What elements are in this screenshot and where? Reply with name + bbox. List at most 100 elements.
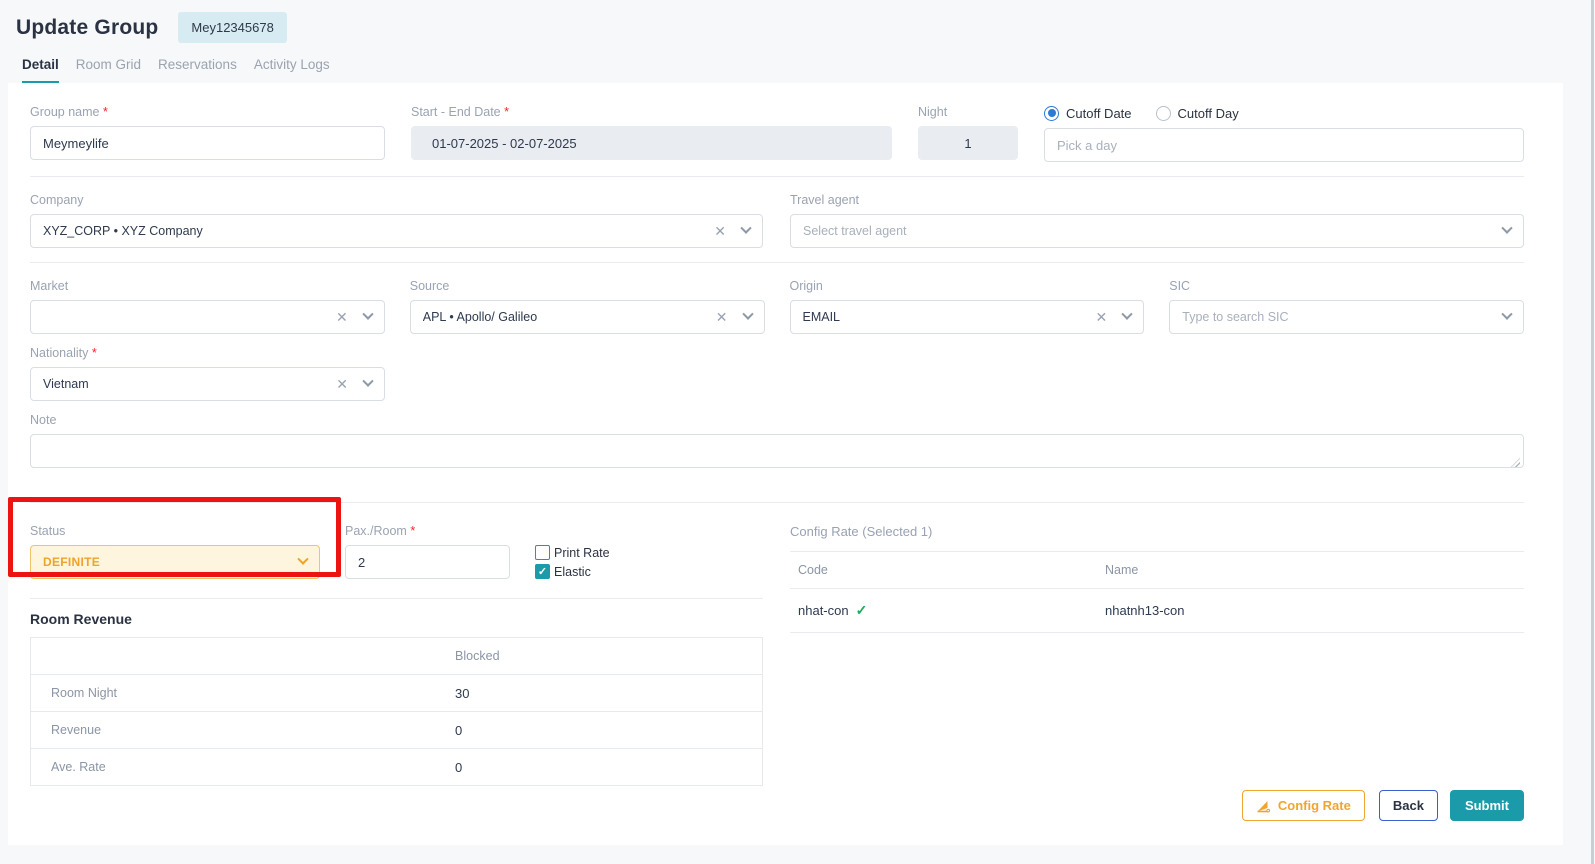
config-rate-row[interactable]: nhat-con ✓ nhatnh13-con — [790, 589, 1524, 633]
submit-button[interactable]: Submit — [1450, 790, 1524, 821]
clear-icon[interactable]: ✕ — [336, 377, 348, 391]
rate-code: nhat-con — [798, 603, 849, 618]
origin-select-value: EMAIL — [803, 310, 1096, 324]
divider — [30, 176, 1524, 177]
footer-actions: Config Rate Back Submit — [30, 790, 1524, 821]
clear-icon[interactable]: ✕ — [714, 224, 726, 238]
row-value: 0 — [455, 749, 762, 786]
status-pax-row: Status DEFINITE Pax./Room Print Ra — [30, 524, 763, 579]
back-button[interactable]: Back — [1379, 790, 1438, 821]
travel-agent-select[interactable]: Select travel agent — [790, 214, 1524, 248]
chevron-down-icon[interactable] — [1501, 223, 1512, 234]
tab-reservations[interactable]: Reservations — [158, 57, 237, 83]
note-textarea[interactable] — [30, 434, 1524, 468]
date-range-label: Start - End Date — [411, 105, 892, 119]
group-name-input[interactable] — [30, 126, 385, 160]
company-label: Company — [30, 193, 763, 207]
radio-selected-icon[interactable] — [1044, 106, 1059, 121]
travel-agent-label: Travel agent — [790, 193, 1524, 207]
nationality-select[interactable]: Vietnam ✕ — [30, 367, 385, 401]
source-label: Source — [410, 279, 765, 293]
tab-detail[interactable]: Detail — [22, 57, 59, 83]
config-rate-header-row: Code Name — [790, 552, 1524, 588]
table-row: Revenue 0 — [31, 712, 763, 749]
travel-agent-placeholder: Select travel agent — [803, 224, 1503, 238]
origin-select[interactable]: EMAIL ✕ — [790, 300, 1145, 334]
cutoff-radio-group: Cutoff Date Cutoff Day — [1044, 105, 1524, 121]
submit-button-label: Submit — [1465, 798, 1509, 813]
clear-icon[interactable]: ✕ — [1096, 310, 1108, 324]
back-button-label: Back — [1393, 798, 1424, 813]
config-rate-button-label: Config Rate — [1278, 798, 1351, 813]
set-square-icon — [1256, 799, 1271, 813]
chevron-down-icon[interactable] — [1501, 309, 1512, 320]
checkbox-unchecked-icon[interactable] — [535, 545, 550, 560]
checkbox-checked-icon[interactable] — [535, 564, 550, 579]
clear-icon[interactable]: ✕ — [336, 310, 348, 324]
company-select-value: XYZ_CORP • XYZ Company — [43, 224, 714, 238]
source-select[interactable]: APL • Apollo/ Galileo ✕ — [410, 300, 765, 334]
tab-room-grid[interactable]: Room Grid — [76, 57, 141, 83]
status-select[interactable]: DEFINITE — [30, 545, 320, 579]
bottom-section: Status DEFINITE Pax./Room Print Ra — [30, 524, 1524, 786]
date-range-input[interactable] — [411, 126, 892, 160]
cutoff-day-picker-input[interactable] — [1044, 128, 1524, 162]
page-header: Update Group Mey12345678 — [0, 0, 1595, 43]
cutoff-day-radio-option[interactable]: Cutoff Day — [1156, 106, 1239, 121]
origin-label: Origin — [790, 279, 1145, 293]
update-group-page: Update Group Mey12345678 Detail Room Gri… — [0, 0, 1595, 864]
chevron-down-icon[interactable] — [742, 309, 753, 320]
rate-options-group: Print Rate Elastic — [535, 524, 610, 579]
company-field-group: Company XYZ_CORP • XYZ Company ✕ — [30, 193, 763, 248]
elastic-checkbox-option[interactable]: Elastic — [535, 564, 610, 579]
cutoff-date-radio-label: Cutoff Date — [1066, 106, 1132, 121]
chevron-down-icon[interactable] — [362, 376, 373, 387]
cutoff-field-group: Cutoff Date Cutoff Day — [1044, 105, 1524, 162]
group-code-badge: Mey12345678 — [178, 12, 286, 43]
status-field-group: Status DEFINITE — [30, 524, 320, 579]
radio-unselected-icon[interactable] — [1156, 106, 1171, 121]
elastic-label: Elastic — [554, 565, 591, 579]
chevron-down-icon[interactable] — [740, 223, 751, 234]
source-select-value: APL • Apollo/ Galileo — [423, 310, 716, 324]
market-label: Market — [30, 279, 385, 293]
row-label: Revenue — [31, 712, 456, 749]
row-label: Room Night — [31, 675, 456, 712]
tab-activity-logs[interactable]: Activity Logs — [254, 57, 330, 83]
sic-select[interactable]: Type to search SIC — [1169, 300, 1524, 334]
config-rate-button[interactable]: Config Rate — [1242, 790, 1365, 821]
selected-check-icon: ✓ — [856, 602, 868, 619]
travel-agent-field-group: Travel agent Select travel agent — [790, 193, 1524, 248]
cutoff-date-radio-option[interactable]: Cutoff Date — [1044, 106, 1132, 121]
night-input[interactable] — [918, 126, 1018, 160]
divider — [30, 598, 763, 599]
pax-room-label: Pax./Room — [345, 524, 510, 538]
row-value: 30 — [455, 675, 762, 712]
market-field-group: Market ✕ — [30, 279, 385, 334]
company-select[interactable]: XYZ_CORP • XYZ Company ✕ — [30, 214, 763, 248]
detail-form-panel: Group name Start - End Date Night Cutoff… — [8, 83, 1563, 845]
print-rate-label: Print Rate — [554, 546, 610, 560]
name-column-header: Name — [1105, 563, 1138, 577]
rate-name: nhatnh13-con — [1105, 603, 1185, 618]
config-rate-column: Config Rate (Selected 1) Code Name nhat-… — [790, 524, 1524, 786]
code-column-header: Code — [798, 563, 1105, 577]
row-value: 0 — [455, 712, 762, 749]
note-field-group: Note — [30, 413, 1524, 473]
market-select[interactable]: ✕ — [30, 300, 385, 334]
cutoff-day-radio-label: Cutoff Day — [1178, 106, 1239, 121]
group-name-field-group: Group name — [30, 105, 385, 162]
pax-room-input[interactable] — [345, 545, 510, 579]
chevron-down-icon[interactable] — [362, 309, 373, 320]
chevron-down-icon[interactable] — [1122, 309, 1133, 320]
row-label: Ave. Rate — [31, 749, 456, 786]
night-field-group: Night — [918, 105, 1018, 162]
vertical-scrollbar[interactable] — [1591, 0, 1594, 864]
chevron-down-icon[interactable] — [297, 554, 308, 565]
print-rate-checkbox-option[interactable]: Print Rate — [535, 545, 610, 560]
row-company: Company XYZ_CORP • XYZ Company ✕ Travel … — [30, 193, 1524, 248]
pax-room-field-group: Pax./Room — [345, 524, 510, 579]
page-title: Update Group — [16, 16, 158, 40]
clear-icon[interactable]: ✕ — [716, 310, 728, 324]
table-row: Ave. Rate 0 — [31, 749, 763, 786]
